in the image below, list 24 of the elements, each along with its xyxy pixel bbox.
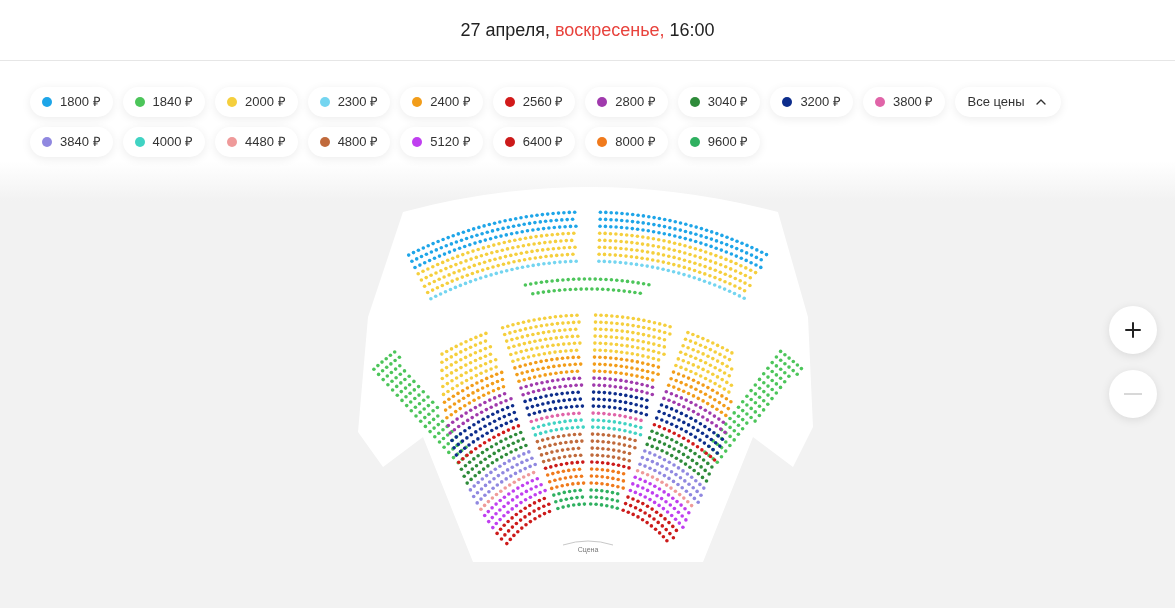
price-filter-chip[interactable]: 2800 ₽	[585, 87, 668, 117]
price-filter-chip[interactable]: 3800 ₽	[862, 87, 946, 117]
price-filter-chip[interactable]: 2000 ₽	[215, 87, 298, 117]
price-filter-chip[interactable]: 2300 ₽	[307, 87, 391, 117]
price-filter-chip[interactable]: 3040 ₽	[677, 87, 761, 117]
minus-icon	[1124, 393, 1142, 395]
price-filter-chip[interactable]: 1840 ₽	[122, 87, 206, 117]
event-time: 16:00	[669, 18, 715, 42]
price-filter-chip[interactable]: 6400 ₽	[492, 127, 576, 157]
price-filter-chip[interactable]: 4800 ₽	[307, 127, 391, 157]
price-filter-chip[interactable]: 4000 ₽	[122, 127, 206, 157]
event-weekday: воскресенье,	[554, 18, 665, 42]
price-filter-chip[interactable]: 2560 ₽	[492, 87, 576, 117]
event-date: 27 апреля,	[460, 18, 550, 42]
price-filter-chip[interactable]: 1800 ₽	[30, 87, 113, 117]
price-filter-chip[interactable]: 8000 ₽	[585, 127, 668, 157]
all-prices-toggle[interactable]: Все цены	[955, 87, 1061, 117]
price-filter-chip[interactable]: 3200 ₽	[770, 87, 853, 117]
price-filter-chip[interactable]: 5120 ₽	[400, 127, 483, 157]
price-filter-chip[interactable]: 2400 ₽	[400, 87, 483, 117]
price-filter-chip[interactable]: 9600 ₽	[677, 127, 761, 157]
zoom-in-button[interactable]	[1109, 306, 1157, 354]
price-filter-chip[interactable]: 3840 ₽	[30, 127, 113, 157]
price-filter-chip[interactable]: 4480 ₽	[215, 127, 298, 157]
